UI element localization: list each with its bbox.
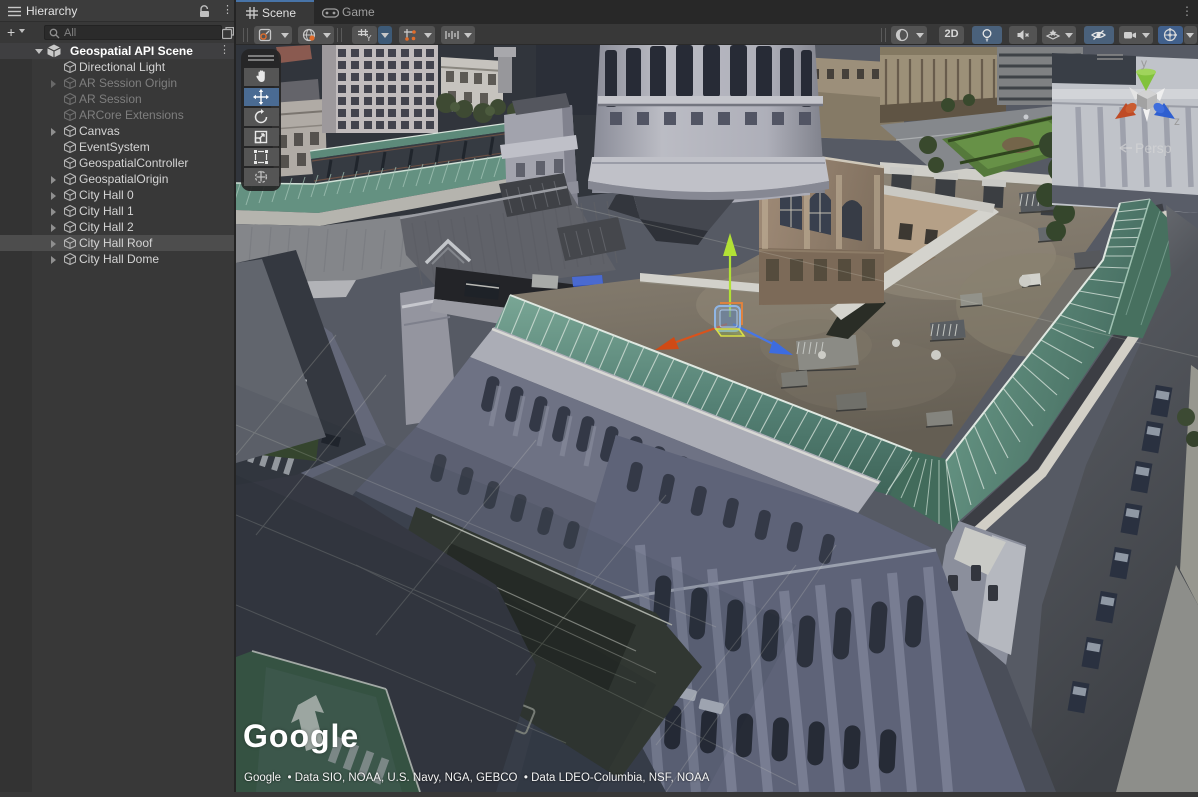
svg-text:z: z [1174,114,1180,128]
svg-text:Persp: Persp [1135,140,1172,156]
svg-text:y: y [1141,56,1147,70]
svg-text:Y: Y [366,33,372,43]
